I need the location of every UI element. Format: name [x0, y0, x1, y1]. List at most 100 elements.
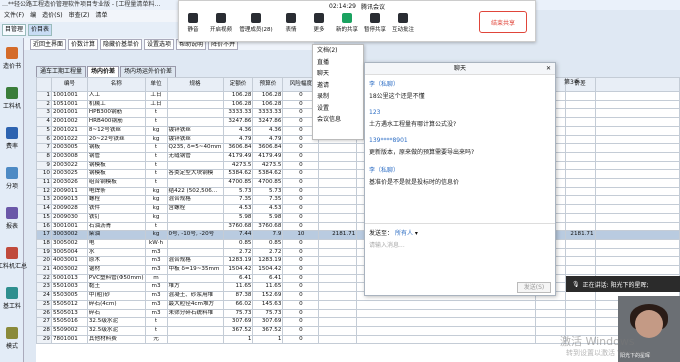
table-row[interactable]: 17 3003002 柴油 kg 0号, -10号, -20号 7.44 7.9 10 2181… — [36, 230, 680, 240]
table-row[interactable]: 15 2009030 铁钉 kg 5.98 5.98 0 — [36, 212, 680, 223]
table-cell[interactable]: 5501003 — [50, 282, 88, 293]
table-cell[interactable]: 1504.42 — [222, 265, 254, 275]
table-cell[interactable]: 中(粗)砂 — [86, 291, 146, 301]
table-cell[interactable]: 75.73 — [222, 308, 254, 319]
table-cell[interactable]: 混合规格 — [166, 256, 224, 267]
table-cell[interactable]: 20~22号铁丝 — [86, 134, 146, 145]
table-cell[interactable]: 32.5级水泥 — [86, 326, 146, 336]
nav-report[interactable]: 报表 — [0, 198, 24, 238]
table-cell[interactable]: 18 — [36, 238, 52, 249]
table-cell[interactable]: t — [144, 317, 168, 327]
table-cell[interactable]: 106.28 — [252, 99, 284, 110]
table-cell[interactable] — [564, 221, 596, 232]
table-cell[interactable]: 1 — [252, 334, 284, 345]
table-cell[interactable] — [318, 195, 358, 206]
table-cell[interactable]: 2001002 — [50, 117, 88, 127]
table-cell[interactable] — [166, 178, 224, 188]
table-cell[interactable] — [594, 265, 680, 275]
tab-quantity[interactable]: 通车工期工程量 — [36, 66, 87, 77]
table-cell[interactable] — [318, 160, 358, 171]
table-cell[interactable] — [594, 247, 680, 258]
table-cell[interactable]: 9 — [36, 160, 52, 171]
col-budget-price[interactable]: 预算价 — [252, 77, 284, 92]
table-cell[interactable]: 6.41 — [222, 273, 254, 284]
table-cell[interactable]: t — [144, 108, 168, 119]
table-cell[interactable]: 1283.19 — [222, 256, 254, 267]
table-cell[interactable] — [318, 282, 358, 293]
col-name[interactable]: 名称 — [86, 77, 146, 92]
table-cell[interactable] — [564, 151, 596, 162]
table-cell[interactable] — [594, 195, 680, 206]
table-cell[interactable] — [594, 230, 680, 240]
table-cell[interactable]: 最大粒径4cm堆方 — [166, 299, 224, 310]
table-cell[interactable]: 4003001 — [50, 256, 88, 267]
table-cell[interactable] — [318, 204, 358, 214]
menu-live[interactable]: 直播 — [313, 57, 363, 69]
table-cell[interactable]: 2181.71 — [318, 230, 358, 240]
annotate-button[interactable]: 互动批注 — [389, 13, 417, 33]
table-row[interactable]: 11 2003026 组合钢模板 t 4700.85 4700.85 0 — [36, 178, 680, 188]
table-cell[interactable]: 2003005 — [50, 143, 88, 153]
table-cell[interactable]: 镀锌铁丝 — [166, 134, 224, 145]
table-cell[interactable] — [594, 169, 680, 180]
table-cell[interactable]: 3005004 — [50, 247, 88, 258]
table-cell[interactable]: 0 — [282, 291, 320, 301]
table-row[interactable]: 12 2009011 电焊条 kg 结422 (502,506... 5.73 5.73 0 — [36, 186, 680, 197]
table-cell[interactable]: 4700.85 — [222, 178, 254, 188]
table-cell[interactable]: 2181.71 — [564, 230, 596, 240]
table-cell[interactable]: HRB400钢筋 — [86, 117, 146, 127]
table-cell[interactable]: 0 — [282, 204, 320, 214]
table-cell[interactable]: 3760.68 — [252, 221, 284, 232]
price-list-tab[interactable]: 价目表 — [28, 24, 53, 36]
table-cell[interactable] — [594, 117, 680, 127]
table-cell[interactable] — [564, 317, 596, 327]
table-cell[interactable] — [166, 108, 224, 119]
settings-button[interactable]: 设置选项 — [144, 38, 175, 50]
table-cell[interactable] — [564, 299, 596, 310]
table-cell[interactable]: 29 — [36, 334, 52, 345]
table-cell[interactable]: 7.35 — [222, 195, 254, 206]
table-cell[interactable]: 含螺栓 — [166, 204, 224, 214]
table-cell[interactable]: m3 — [144, 265, 168, 275]
table-cell[interactable]: 14 — [36, 204, 52, 214]
table-cell[interactable]: 4.53 — [252, 204, 284, 214]
table-cell[interactable]: 电 — [86, 238, 146, 249]
table-cell[interactable] — [594, 221, 680, 232]
table-cell[interactable] — [318, 308, 358, 319]
table-cell[interactable] — [166, 238, 224, 249]
table-cell[interactable] — [318, 221, 358, 232]
menu-settings[interactable]: 设置 — [313, 103, 363, 115]
table-cell[interactable] — [356, 334, 536, 345]
table-cell[interactable]: 3001001 — [50, 221, 88, 232]
table-row[interactable]: 27 5505016 32.5级水泥 t 307.69 307.69 0 — [36, 317, 680, 327]
table-cell[interactable]: 4.36 — [222, 125, 254, 136]
table-cell[interactable]: 其他材料费 — [86, 334, 146, 345]
table-cell[interactable]: 7.35 — [252, 195, 284, 206]
table-cell[interactable] — [356, 317, 536, 327]
col-quota-price[interactable]: 定额价 — [222, 77, 254, 92]
table-cell[interactable] — [166, 99, 224, 110]
table-cell[interactable]: 7 — [36, 143, 52, 153]
table-cell[interactable]: 0 — [282, 326, 320, 336]
table-cell[interactable]: 元 — [144, 334, 168, 345]
table-cell[interactable]: t — [144, 221, 168, 232]
table-cell[interactable]: kg — [144, 195, 168, 206]
menu-review[interactable]: 审查(Z) — [69, 10, 90, 22]
nav-base[interactable]: 基工料 — [0, 278, 24, 318]
table-cell[interactable] — [318, 212, 358, 223]
table-cell[interactable]: 367.52 — [222, 326, 254, 336]
table-cell[interactable] — [594, 125, 680, 136]
menu-bill[interactable]: 清单 — [95, 10, 107, 22]
table-cell[interactable]: 水 — [86, 247, 146, 258]
table-cell[interactable]: 钢板 — [86, 143, 146, 153]
table-row[interactable]: 13 2009013 螺栓 kg 混合规格 7.35 7.35 0 — [36, 195, 680, 206]
table-cell[interactable]: 0.85 — [222, 238, 254, 249]
table-cell[interactable]: 0 — [282, 238, 320, 249]
table-cell[interactable]: 4.36 — [252, 125, 284, 136]
table-row[interactable]: 16 3001001 石油沥青 t 3760.68 3760.68 0 — [36, 221, 680, 232]
table-cell[interactable] — [594, 134, 680, 145]
chat-input[interactable]: 请输入消息... — [369, 240, 405, 249]
table-cell[interactable]: 1051001 — [50, 99, 88, 110]
emoji-button[interactable]: 表情 — [277, 13, 305, 33]
table-cell[interactable]: 0 — [282, 160, 320, 171]
